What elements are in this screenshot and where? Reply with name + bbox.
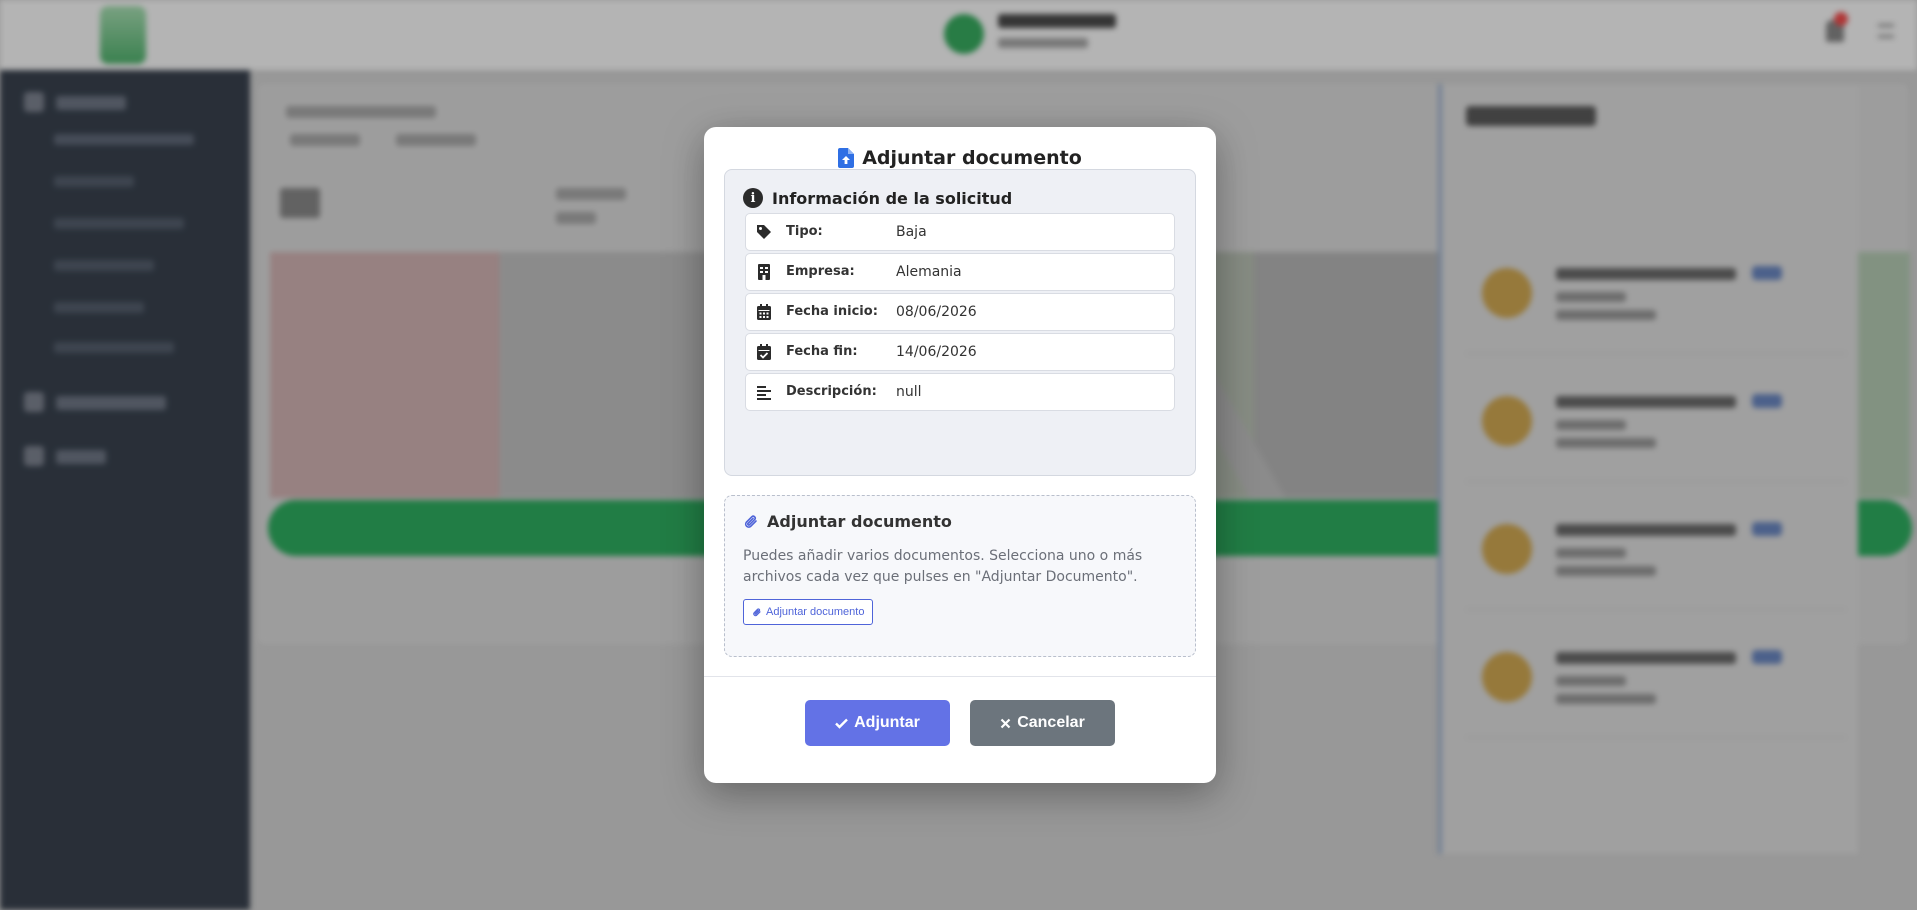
check-icon <box>835 718 848 729</box>
field-empresa: Empresa: Alemania <box>745 253 1175 291</box>
field-label: Fecha inicio: <box>786 304 878 319</box>
calendar-icon <box>757 304 771 320</box>
building-icon <box>758 264 770 280</box>
modal-header: Adjuntar documento <box>704 147 1216 169</box>
field-value: null <box>896 384 922 400</box>
field-value: Alemania <box>896 264 962 280</box>
attach-file-button-label: Adjuntar documento <box>766 606 865 618</box>
request-info-heading: Información de la solicitud <box>772 188 1013 208</box>
attach-header: Adjuntar documento <box>743 512 952 531</box>
field-fecha-fin: Fecha fin: 14/06/2026 <box>745 333 1175 371</box>
submit-button-label: Adjuntar <box>854 714 920 731</box>
field-value: Baja <box>896 224 927 240</box>
attach-section: Adjuntar documento Puedes añadir varios … <box>724 495 1196 657</box>
file-upload-icon <box>838 148 855 168</box>
modal-title: Adjuntar documento <box>862 147 1082 169</box>
close-icon <box>1000 718 1011 728</box>
info-icon: i <box>743 188 763 208</box>
field-label: Tipo: <box>786 224 823 239</box>
field-label: Descripción: <box>786 384 877 399</box>
modal-divider <box>704 676 1216 677</box>
tag-icon <box>757 225 771 239</box>
field-value: 08/06/2026 <box>896 304 977 320</box>
field-descripcion: Descripción: null <box>745 373 1175 411</box>
field-label: Fecha fin: <box>786 344 858 359</box>
paperclip-icon <box>744 514 757 528</box>
attach-description: Puedes añadir varios documentos. Selecci… <box>743 548 1143 585</box>
field-tipo: Tipo: Baja <box>745 213 1175 251</box>
calendar-check-icon <box>757 344 771 360</box>
field-value: 14/06/2026 <box>896 344 977 360</box>
request-info-section: i Información de la solicitud Tipo: Baja… <box>724 169 1196 476</box>
paperclip-icon <box>753 607 761 616</box>
request-info-header: i Información de la solicitud <box>743 188 1012 208</box>
attach-document-modal: Adjuntar documento i Información de la s… <box>704 127 1216 783</box>
cancel-button-label: Cancelar <box>1017 714 1085 731</box>
attach-heading: Adjuntar documento <box>767 512 952 531</box>
submit-button[interactable]: Adjuntar <box>805 700 950 746</box>
field-label: Empresa: <box>786 264 855 279</box>
field-fecha-inicio: Fecha inicio: 08/06/2026 <box>745 293 1175 331</box>
align-left-icon <box>757 386 771 400</box>
attach-file-button[interactable]: Adjuntar documento <box>743 599 874 625</box>
cancel-button[interactable]: Cancelar <box>970 700 1115 746</box>
